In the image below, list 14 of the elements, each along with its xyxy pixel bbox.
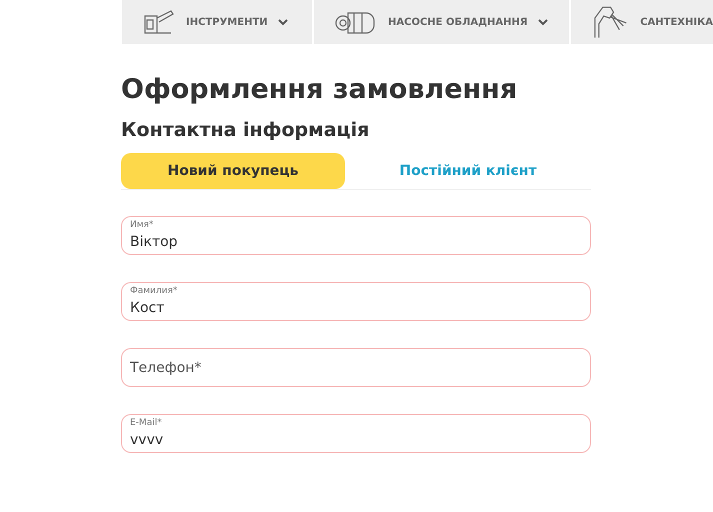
section-title: Контактна інформація	[121, 119, 370, 141]
nav-menu-item[interactable]: ІНСТРУМЕНТИ	[122, 0, 312, 44]
nav-label: НАСОСНЕ ОБЛАДНАННЯ	[388, 16, 528, 28]
page-title: Оформлення замовлення	[121, 74, 518, 105]
stapler-icon	[142, 8, 176, 36]
nav-menu-item[interactable]: НАСОСНЕ ОБЛАДНАННЯ	[314, 0, 569, 44]
nav-label: ІНСТРУМЕНТИ	[186, 16, 268, 28]
customer-tab[interactable]: Новий покупець	[121, 153, 345, 189]
field-label: Имя*	[130, 220, 154, 230]
nav-label: САНТЕХНІКА	[640, 16, 713, 28]
nav-menu-item[interactable]: САНТЕХНІКА	[571, 0, 713, 44]
field-label: E-Mail*	[130, 418, 162, 428]
field-label: Фамилия*	[130, 286, 178, 296]
input-field[interactable]: Телефон*	[121, 348, 591, 387]
